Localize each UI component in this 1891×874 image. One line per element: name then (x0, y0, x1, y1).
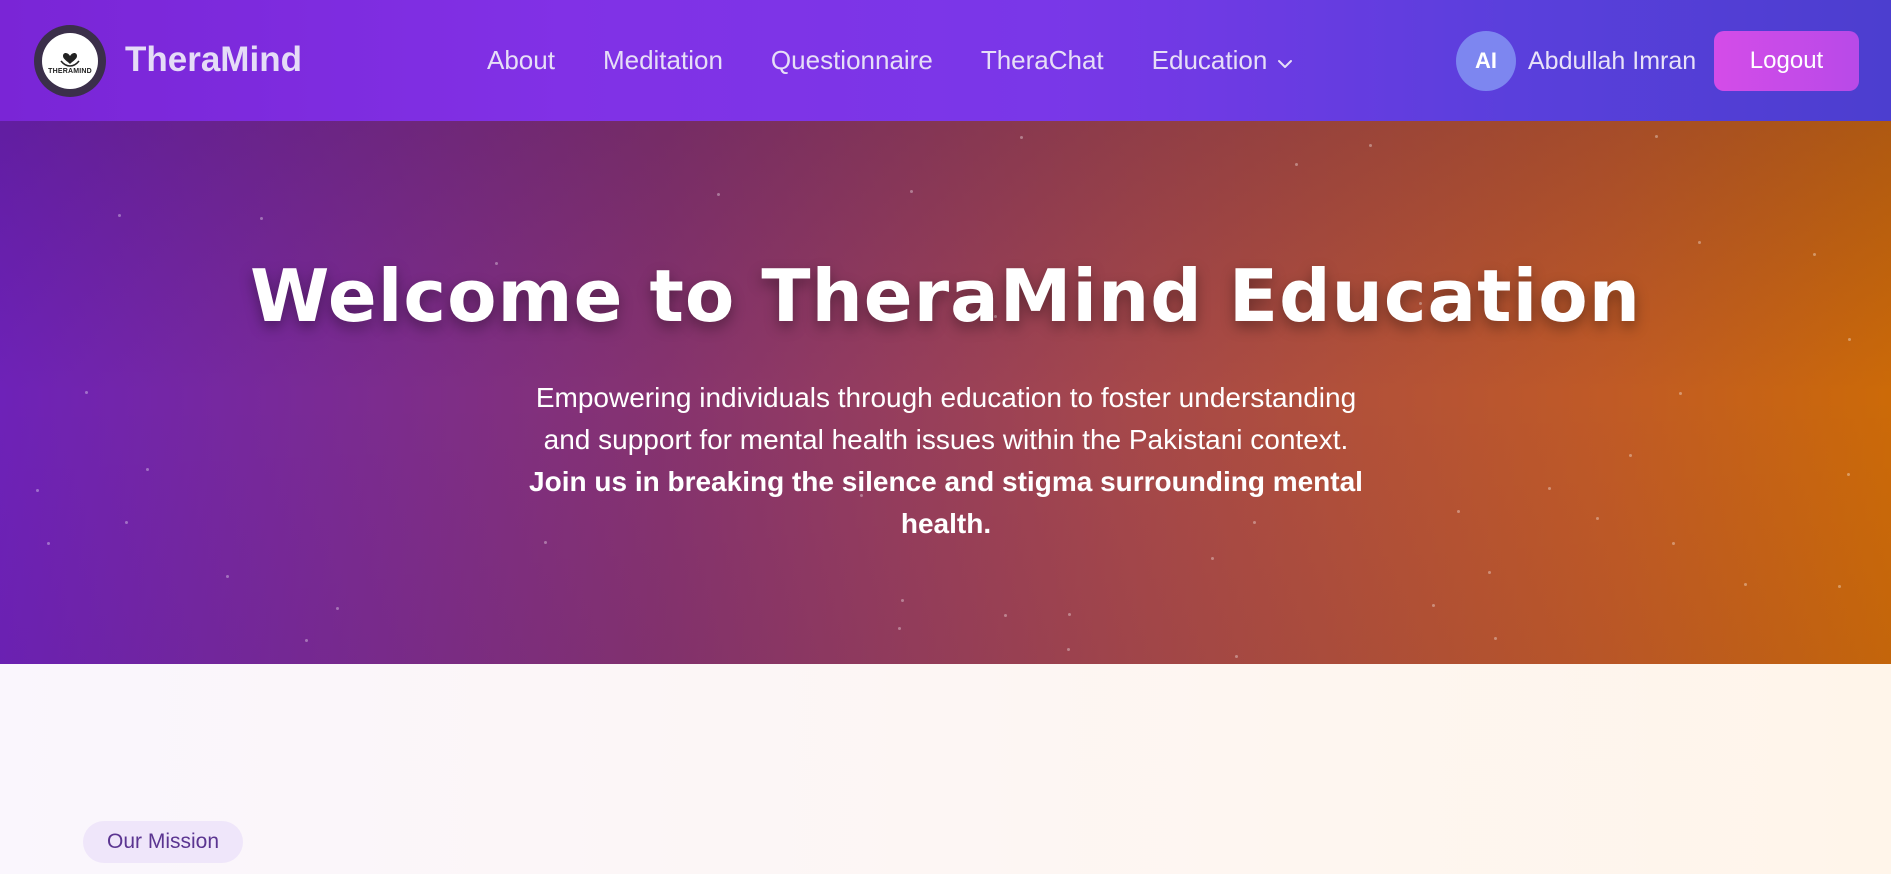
hero-subtitle-text: Empowering individuals through education… (535, 382, 1357, 455)
nav-link-label: Questionnaire (770, 45, 933, 75)
star-dot (146, 468, 149, 471)
star-dot (1020, 136, 1023, 139)
logo-text: THERAMIND (48, 68, 92, 75)
user-name[interactable]: Abdullah Imran (1528, 46, 1696, 76)
star-dot (1295, 163, 1298, 166)
star-dot (1629, 454, 1632, 457)
nav-link-about[interactable]: About (487, 44, 555, 76)
hero-subtitle-bold: Join us in breaking the silence and stig… (529, 466, 1363, 539)
star-dot (118, 214, 121, 217)
star-dot (1847, 473, 1850, 476)
star-dot (910, 190, 913, 193)
star-dot (1235, 655, 1238, 658)
nav-link-label: TheraChat (980, 45, 1104, 75)
star-dot (47, 542, 50, 545)
hero-section: Welcome to TheraMind Education Empowerin… (0, 121, 1891, 664)
star-dot (1494, 637, 1497, 640)
star-dot (1655, 135, 1658, 138)
star-dot (1672, 542, 1675, 545)
star-dot (85, 391, 88, 394)
star-dot (1432, 604, 1435, 607)
star-dot (898, 627, 901, 630)
star-dot (226, 575, 229, 578)
star-dot (1068, 613, 1071, 616)
brand-name[interactable]: TheraMind (125, 40, 302, 80)
star-dot (1457, 510, 1460, 513)
nav-link-label: About (487, 45, 555, 75)
logo[interactable]: THERAMIND (34, 25, 106, 97)
logout-button[interactable]: Logout (1714, 31, 1859, 91)
star-dot (1744, 583, 1747, 586)
star-dot (1004, 614, 1007, 617)
nav-link-questionnaire[interactable]: Questionnaire (771, 44, 933, 76)
section-badge: Our Mission (83, 821, 243, 863)
star-dot (1369, 144, 1372, 147)
star-dot (1548, 487, 1551, 490)
mission-section: Our Mission (0, 664, 1891, 874)
nav-links: About Meditation Questionnaire TheraChat… (487, 44, 1293, 76)
star-dot (901, 599, 904, 602)
logo-badge: THERAMIND (42, 33, 98, 89)
star-dot (1679, 392, 1682, 395)
nav-link-label: Meditation (602, 45, 723, 75)
star-dot (1067, 648, 1070, 651)
star-dot (1488, 571, 1491, 574)
star-dot (1848, 338, 1851, 341)
star-dot (260, 217, 263, 220)
user-avatar[interactable]: AI (1456, 31, 1516, 91)
nav-link-meditation[interactable]: Meditation (603, 44, 723, 76)
star-dot (1596, 517, 1599, 520)
star-dot (1838, 585, 1841, 588)
nav-link-label: Education (1151, 45, 1268, 75)
nav-dropdown-education[interactable]: Education (1152, 44, 1294, 76)
heart-hands-logo-icon (60, 53, 80, 67)
star-dot (1698, 241, 1701, 244)
hero-title: Welcome to TheraMind Education (250, 254, 1641, 338)
star-dot (336, 607, 339, 610)
hero-subtitle: Empowering individuals through education… (515, 377, 1377, 545)
star-dot (717, 193, 720, 196)
nav-link-therachat[interactable]: TheraChat (981, 44, 1104, 76)
chevron-down-icon (1277, 44, 1293, 76)
top-navbar: THERAMIND TheraMind About Meditation Que… (0, 0, 1891, 121)
star-dot (1211, 557, 1214, 560)
star-dot (125, 521, 128, 524)
star-dot (305, 639, 308, 642)
star-dot (36, 489, 39, 492)
